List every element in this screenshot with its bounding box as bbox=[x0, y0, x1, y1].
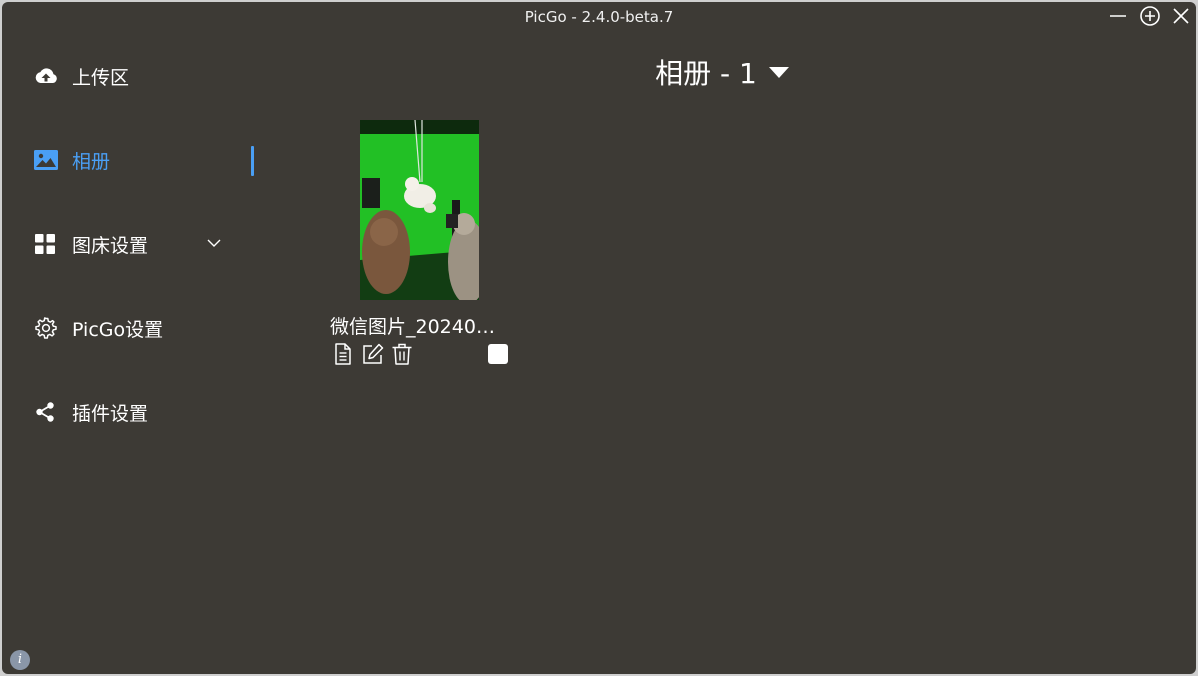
cloud-upload-icon bbox=[34, 64, 62, 88]
image-filename: 微信图片_20240… bbox=[330, 316, 495, 338]
active-indicator bbox=[251, 146, 254, 176]
share-icon bbox=[34, 400, 62, 424]
image-actions bbox=[330, 342, 520, 366]
sidebar-item-picgo-settings[interactable]: PicGo设置 bbox=[34, 308, 254, 348]
sidebar-item-label: 上传区 bbox=[72, 66, 130, 89]
info-icon[interactable]: i bbox=[10, 650, 30, 670]
trash-icon[interactable] bbox=[390, 342, 414, 366]
image-thumbnail[interactable] bbox=[360, 120, 479, 300]
sidebar-item-gallery[interactable]: 相册 bbox=[34, 140, 254, 180]
sidebar-item-plugin-settings[interactable]: 插件设置 bbox=[34, 392, 254, 432]
sidebar-item-label: PicGo设置 bbox=[72, 318, 164, 341]
gallery-main: 相册 - 1 微信图片_20240… bbox=[262, 34, 1196, 674]
close-icon bbox=[1172, 7, 1190, 29]
select-checkbox[interactable] bbox=[488, 344, 508, 364]
sidebar-item-picbed-settings[interactable]: 图床设置 bbox=[34, 224, 254, 264]
plus-circle-icon bbox=[1139, 5, 1161, 31]
window-title: PicGo - 2.4.0-beta.7 bbox=[524, 8, 674, 26]
picgo-window: PicGo - 2.4.0-beta.7 上传区 相册 图床设置 PicGo设置… bbox=[2, 2, 1196, 674]
gallery-title-text: 相册 - 1 bbox=[655, 57, 757, 90]
chevron-down-icon[interactable] bbox=[206, 234, 222, 256]
sidebar: 上传区 相册 图床设置 PicGo设置 插件设置 bbox=[2, 34, 262, 674]
minimize-button[interactable] bbox=[1106, 6, 1130, 30]
edit-icon[interactable] bbox=[361, 342, 385, 366]
title-bar[interactable]: PicGo - 2.4.0-beta.7 bbox=[2, 2, 1196, 34]
gear-icon bbox=[34, 316, 62, 340]
sidebar-item-upload[interactable]: 上传区 bbox=[34, 56, 254, 96]
caret-down-icon[interactable] bbox=[768, 66, 789, 78]
document-icon[interactable] bbox=[332, 342, 356, 366]
maximize-button[interactable] bbox=[1138, 6, 1162, 30]
grid-icon bbox=[34, 232, 62, 256]
sidebar-item-label: 插件设置 bbox=[72, 402, 149, 425]
gallery-card: 微信图片_20240… bbox=[330, 118, 520, 378]
sidebar-item-label: 相册 bbox=[72, 150, 111, 173]
sidebar-item-label: 图床设置 bbox=[72, 234, 149, 257]
gallery-title[interactable]: 相册 - 1 bbox=[262, 52, 1182, 92]
close-button[interactable] bbox=[1169, 6, 1193, 30]
minimize-icon bbox=[1108, 6, 1128, 30]
image-icon bbox=[34, 148, 62, 172]
